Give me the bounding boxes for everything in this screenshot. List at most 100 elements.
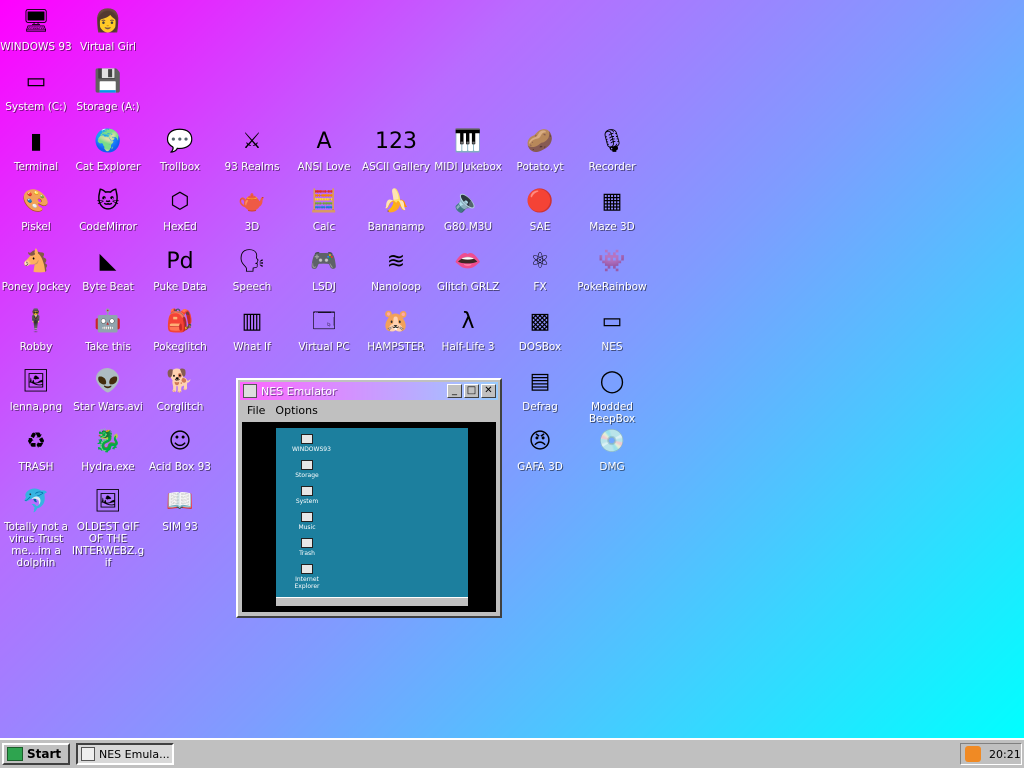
desktop-icon[interactable]: 🌍 Cat Explorer (72, 122, 144, 182)
taskbar-item-nes-emulator[interactable]: NES Emula... (76, 743, 174, 765)
desktop-icon-label: Speech (232, 281, 272, 293)
desktop-icon[interactable]: ⚛ FX (504, 242, 576, 302)
desktop-icon-label: 3D (244, 221, 260, 233)
desktop-icon-label: CodeMirror (79, 221, 137, 233)
minimize-button[interactable]: _ (447, 384, 462, 398)
desktop-icon[interactable]: ◯ Modded BeepBox (576, 362, 648, 425)
nes-window-title: NES Emulator (261, 384, 337, 398)
desktop-icon[interactable]: 🐉 Hydra.exe (72, 422, 144, 482)
desktop-icon[interactable]: 🤖 Take this (72, 302, 144, 362)
desktop-icon[interactable]: 123 ASCII Gallery (360, 122, 432, 182)
desktop-icon[interactable]: 👾 PokeRainbow (576, 242, 648, 302)
desktop-icon[interactable]: 🎨 Piskel (0, 182, 72, 242)
nes-mini-glyph-icon (301, 434, 313, 444)
desktop-icon[interactable]: ♻ TRASH (0, 422, 72, 482)
nes-mini-icon: Trash (292, 538, 322, 557)
desktop-icon[interactable]: 🎮 LSDJ (288, 242, 360, 302)
desktop-icon[interactable]: 🎹 MIDI Jukebox (432, 122, 504, 182)
nes-screen-frame[interactable]: WINDOWS93 Storage System Music Trash Internet… (242, 422, 496, 612)
image-file-icon: 🖼 (22, 369, 50, 394)
desktop-icon[interactable]: 🔈 G80.M3U (432, 182, 504, 242)
menu-options[interactable]: Options (270, 402, 322, 420)
desktop-icon[interactable]: ▩ DOSBox (504, 302, 576, 362)
desktop-icon[interactable]: 🎒 Pokeglitch (144, 302, 216, 362)
desktop-icon[interactable]: 🐬 Totally not a virus.Trust me...im a dol… (0, 482, 72, 569)
desktop-icon[interactable]: 👩 Virtual Girl (72, 2, 144, 62)
desktop-icon[interactable]: 💿 DMG (576, 422, 648, 482)
palette-icon: 🎨 (22, 189, 50, 214)
desktop-icon-label: GAFA 3D (517, 461, 563, 473)
desktop-icon[interactable]: 🎙 Recorder (576, 122, 648, 182)
nes-icon: ▭ (601, 309, 623, 334)
hydra-icon: 🐉 (94, 429, 122, 454)
desktop-icon[interactable]: 🗔 Virtual PC (288, 302, 360, 362)
desktop-icon[interactable]: 🍌 Bananamp (360, 182, 432, 242)
close-button[interactable]: ✕ (481, 384, 496, 398)
desktop-icon[interactable]: 🥔 Potato.yt (504, 122, 576, 182)
desktop-icon[interactable]: 😠 GAFA 3D (504, 422, 576, 482)
desktop-icon[interactable]: 💬 Trollbox (144, 122, 216, 182)
nes-mini-glyph-icon (301, 538, 313, 548)
audio-file-icon: 🔈 (454, 189, 482, 214)
desktop-icon[interactable]: 📖 SIM 93 (144, 482, 216, 542)
desktop-icon[interactable]: λ Half-Life 3 (432, 302, 504, 362)
desktop-icon[interactable]: 🐱 CodeMirror (72, 182, 144, 242)
desktop-icon[interactable]: 🖼 lenna.png (0, 362, 72, 422)
nes-screen[interactable]: WINDOWS93 Storage System Music Trash Internet… (276, 428, 468, 606)
desktop-icon[interactable]: ▮ Terminal (0, 122, 72, 182)
rss-icon[interactable] (965, 746, 981, 762)
desktop-icon-label: Terminal (13, 161, 59, 173)
nes-mini-glyph-icon (301, 460, 313, 470)
pd-icon: Pd (166, 249, 194, 274)
desktop-icon-label: HAMPSTER (367, 341, 425, 353)
desktop-icon[interactable]: ◣ Byte Beat (72, 242, 144, 302)
desktop-icon[interactable]: 🫖 3D (216, 182, 288, 242)
desktop-icon[interactable]: ⬡ HexEd (144, 182, 216, 242)
potato-icon: 🥔 (526, 129, 554, 154)
nes-mini-icon-label: WINDOWS93 (292, 446, 331, 453)
desktop-icon[interactable]: 🖼 OLDEST GIF OF THE INTERWEBZ.gif (72, 482, 144, 569)
desktop-icon[interactable]: A ANSI Love (288, 122, 360, 182)
desktop-icon-label: System (C:) (5, 101, 67, 113)
nes-emulator-window[interactable]: NES Emulator _ □ ✕ File Options WINDOWS9… (236, 378, 502, 618)
desktop-icon[interactable]: 🗣 Speech (216, 242, 288, 302)
start-icon (7, 747, 23, 761)
desktop-icon[interactable]: 👽 Star Wars.avi (72, 362, 144, 422)
desktop-icon[interactable]: Pd Puke Data (144, 242, 216, 302)
floppy-drive-icon: 💾 (94, 69, 122, 94)
menu-file[interactable]: File (242, 402, 270, 420)
desktop-icon-label: NES (601, 341, 623, 353)
desktop-icon[interactable]: ▦ Maze 3D (576, 182, 648, 242)
desktop-icon[interactable]: 🔴 SAE (504, 182, 576, 242)
desktop-icon[interactable]: 🧮 Calc (288, 182, 360, 242)
desktop-icon-label: Puke Data (153, 281, 207, 293)
nes-task-icon (81, 747, 95, 761)
desktop-icon[interactable]: ≋ Nanoloop (360, 242, 432, 302)
desktop-icon[interactable]: ☺ Acid Box 93 (144, 422, 216, 482)
desktop-icon-label: SIM 93 (162, 521, 198, 533)
desktop-icon[interactable]: ▥ What If (216, 302, 288, 362)
desktop-icon[interactable]: 👄 Glitch GRLZ (432, 242, 504, 302)
desktop-icon[interactable]: 🐴 Poney Jockey (0, 242, 72, 302)
nes-mini-icon: System (292, 486, 322, 505)
nes-window-titlebar[interactable]: NES Emulator _ □ ✕ (240, 382, 498, 400)
desktop-icon[interactable]: ▤ Defrag (504, 362, 576, 422)
desktop-icon[interactable]: ▭ NES (576, 302, 648, 362)
nes-mini-icon-label: System (295, 498, 319, 505)
disk-image-icon: 💿 (598, 429, 626, 454)
desktop-icon[interactable]: 💾 Storage (A:) (72, 62, 144, 122)
lips-icon: 👄 (454, 249, 482, 274)
banana-icon: 🍌 (382, 189, 410, 214)
desktop-icon[interactable]: 🖥 WINDOWS 93 (0, 2, 72, 62)
desktop-icon[interactable]: ▭ System (C:) (0, 62, 72, 122)
maximize-button[interactable]: □ (464, 384, 479, 398)
start-button[interactable]: Start (2, 743, 70, 765)
desktop-icon[interactable]: 🕴 Robby (0, 302, 72, 362)
desktop-icon-label: PokeRainbow (577, 281, 647, 293)
nes-mini-icon: WINDOWS93 (292, 434, 331, 453)
desktop-icon[interactable]: ⚔ 93 Realms (216, 122, 288, 182)
desktop-icon[interactable]: 🐕 Corglitch (144, 362, 216, 422)
desktop-icon[interactable]: 🐹 HAMPSTER (360, 302, 432, 362)
desktop-icon-label: Pokeglitch (153, 341, 207, 353)
nes-mini-icon-label: Storage (295, 472, 319, 479)
